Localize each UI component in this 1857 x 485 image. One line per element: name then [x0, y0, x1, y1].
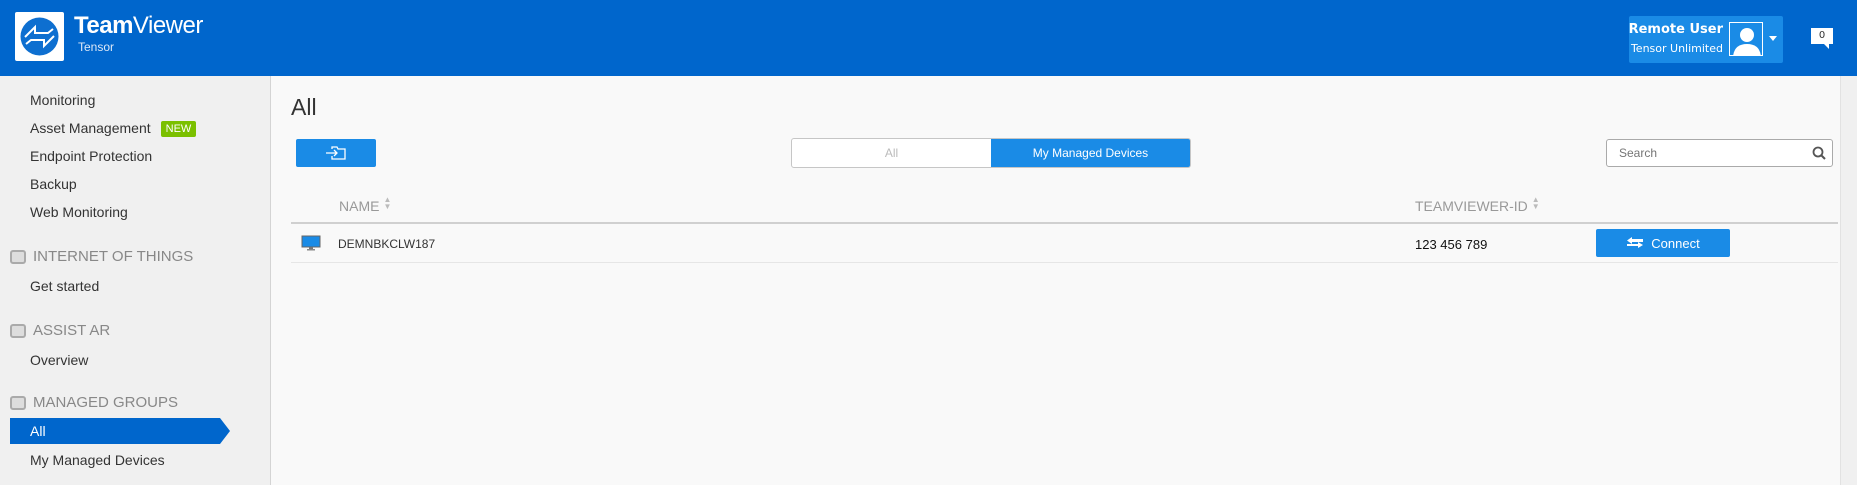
devices-icon	[10, 395, 26, 410]
user-menu[interactable]: Remote User Tensor Unlimited	[1629, 16, 1783, 63]
sidebar-item-label: Asset Management	[30, 120, 151, 136]
move-folder-icon	[326, 146, 346, 160]
product-name: Tensor	[78, 40, 115, 54]
toggle-all[interactable]: All	[792, 139, 991, 167]
column-label: TEAMVIEWER-ID	[1415, 198, 1528, 214]
notifications-button[interactable]: 0	[1811, 28, 1833, 49]
chevron-down-icon	[1769, 36, 1777, 41]
sidebar-item-monitoring[interactable]: Monitoring	[30, 92, 95, 108]
iot-icon	[10, 249, 26, 264]
teamviewer-logo-icon	[15, 12, 64, 61]
section-title: ASSIST AR	[33, 322, 111, 339]
sort-icon: ▲ ▼	[383, 195, 392, 211]
new-badge: NEW	[160, 121, 197, 137]
section-iot: INTERNET OF THINGS	[10, 248, 193, 265]
toggle-my-managed-devices[interactable]: My Managed Devices	[991, 139, 1190, 167]
user-name: Remote User	[1628, 22, 1723, 37]
column-label: NAME	[339, 198, 380, 214]
table-header-divider	[291, 222, 1838, 224]
column-header-name[interactable]: NAME ▲ ▼	[339, 195, 392, 215]
section-assist-ar: ASSIST AR	[10, 322, 110, 339]
section-title: MANAGED GROUPS	[33, 394, 179, 411]
sort-icon: ▲ ▼	[1531, 195, 1540, 211]
move-to-group-button[interactable]	[296, 139, 376, 167]
device-name: DEMNBKCLW187	[338, 237, 436, 251]
sidebar-item-all[interactable]: All	[10, 418, 230, 444]
sidebar-item-my-managed-devices[interactable]: My Managed Devices	[30, 452, 165, 468]
row-divider	[291, 262, 1838, 263]
connect-arrows-icon	[1627, 237, 1644, 248]
assist-ar-icon	[10, 323, 26, 338]
sidebar-item-asset-management[interactable]: Asset Management NEW	[30, 120, 197, 137]
sidebar-item-backup[interactable]: Backup	[30, 176, 77, 192]
sidebar-item-web-monitoring[interactable]: Web Monitoring	[30, 204, 128, 220]
computer-icon	[301, 235, 321, 251]
section-title: INTERNET OF THINGS	[33, 248, 194, 265]
section-managed-groups: MANAGED GROUPS	[10, 394, 178, 411]
search-icon[interactable]	[1812, 146, 1826, 160]
connect-button[interactable]: Connect	[1596, 229, 1730, 257]
user-org: Tensor Unlimited	[1630, 42, 1723, 55]
sidebar-item-overview[interactable]: Overview	[30, 352, 88, 368]
sidebar-item-get-started[interactable]: Get started	[30, 278, 99, 294]
connect-label: Connect	[1651, 235, 1700, 251]
teamviewer-id: 123 456 789	[1415, 237, 1488, 252]
scrollbar[interactable]	[1840, 76, 1857, 485]
search-input[interactable]	[1606, 139, 1833, 167]
avatar-icon	[1729, 22, 1763, 56]
top-header: TeamViewer Tensor Remote User Tensor Unl…	[0, 0, 1857, 76]
column-header-teamviewer-id[interactable]: TEAMVIEWER-ID ▲ ▼	[1415, 195, 1540, 215]
page-title: All	[291, 94, 317, 120]
device-filter-toggle: All My Managed Devices	[791, 138, 1191, 168]
brand-name: TeamViewer	[74, 12, 203, 39]
sidebar-item-endpoint-protection[interactable]: Endpoint Protection	[30, 148, 152, 164]
